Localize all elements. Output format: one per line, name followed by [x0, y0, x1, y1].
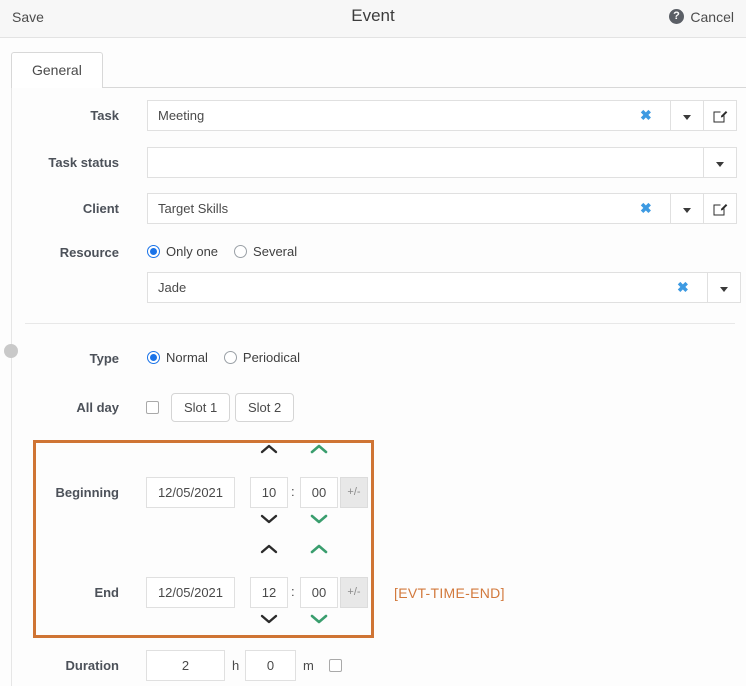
resource-dropdown-caret-icon[interactable]	[708, 272, 741, 303]
task-clear-icon[interactable]: ✖	[640, 107, 652, 124]
client-dropdown-caret-icon[interactable]	[671, 193, 704, 224]
type-radio-periodical-label[interactable]: Periodical	[243, 350, 300, 365]
beginning-minute-input[interactable]: 00	[300, 477, 338, 508]
end-minute-down-icon[interactable]	[310, 613, 328, 624]
tab-bar: General	[11, 52, 746, 88]
resource-radio-several-label[interactable]: Several	[253, 244, 297, 259]
beginning-date-input[interactable]: 12/05/2021	[146, 477, 235, 508]
form-row-client: Client Target Skills ✖	[12, 193, 746, 224]
resource-radio-only-one[interactable]	[147, 245, 160, 258]
end-date-input[interactable]: 12/05/2021	[146, 577, 235, 608]
end-hour-down-icon[interactable]	[260, 613, 278, 624]
type-radio-normal[interactable]	[147, 351, 160, 364]
form-row-all-day: All day Slot 1 Slot 2	[12, 393, 746, 422]
form-row-type: Type Normal Periodical	[12, 346, 746, 372]
duration-label: Duration	[12, 658, 119, 673]
client-edit-icon[interactable]	[704, 193, 737, 224]
all-day-checkbox[interactable]	[146, 401, 159, 414]
type-radio-normal-label[interactable]: Normal	[166, 350, 208, 365]
type-radio-group: Normal Periodical	[147, 350, 316, 365]
end-hour-up-icon[interactable]	[260, 544, 278, 555]
beginning-label: Beginning	[12, 485, 119, 500]
event-form-window: Save Event ? Cancel General Task Meeting…	[0, 0, 746, 686]
beginning-minute-down-icon[interactable]	[310, 513, 328, 524]
end-label: End	[12, 585, 119, 600]
type-radio-periodical[interactable]	[224, 351, 237, 364]
cancel-button[interactable]: Cancel	[690, 9, 734, 25]
beginning-time-separator: :	[291, 477, 295, 508]
form-row-beginning: Beginning 12/05/2021 10 : 00 +/-	[12, 477, 746, 508]
task-status-label: Task status	[12, 155, 119, 170]
form-row-end: End 12/05/2021 12 : 00 +/-	[12, 577, 746, 608]
section-divider	[25, 323, 735, 324]
slot-2-button[interactable]: Slot 2	[235, 393, 294, 422]
resource-radio-several[interactable]	[234, 245, 247, 258]
task-edit-icon[interactable]	[704, 100, 737, 131]
tab-general[interactable]: General	[11, 52, 103, 89]
resource-label: Resource	[12, 245, 119, 260]
beginning-hour-up-icon[interactable]	[260, 444, 278, 455]
end-minute-input[interactable]: 00	[300, 577, 338, 608]
help-circle-icon[interactable]: ?	[669, 9, 684, 24]
beginning-plus-minus-button[interactable]: +/-	[340, 477, 368, 508]
duration-hours-unit: h	[232, 658, 239, 673]
client-input[interactable]: Target Skills	[147, 193, 671, 224]
client-label: Client	[12, 201, 119, 216]
form-row-task: Task Meeting ✖	[12, 100, 746, 131]
time-section-highlight	[33, 440, 374, 638]
window-title: Event	[0, 6, 746, 26]
end-minute-up-icon[interactable]	[310, 544, 328, 555]
form-row-duration: Duration 2 h 0 m	[12, 650, 746, 681]
task-status-input[interactable]	[147, 147, 704, 178]
resource-radio-only-one-label[interactable]: Only one	[166, 244, 218, 259]
end-time-separator: :	[291, 577, 295, 608]
beginning-hour-down-icon[interactable]	[260, 513, 278, 524]
client-clear-icon[interactable]: ✖	[640, 200, 652, 217]
task-label: Task	[12, 108, 119, 123]
task-dropdown-caret-icon[interactable]	[671, 100, 704, 131]
form-row-task-status: Task status	[12, 147, 746, 178]
duration-hours-input[interactable]: 2	[146, 650, 225, 681]
form-row-resource: Resource Only one Several	[12, 240, 746, 266]
beginning-hour-input[interactable]: 10	[250, 477, 288, 508]
task-input[interactable]: Meeting	[147, 100, 671, 131]
resource-clear-icon[interactable]: ✖	[677, 279, 689, 296]
duration-checkbox[interactable]	[329, 659, 342, 672]
form-row-resource-value: Jade ✖	[12, 272, 746, 303]
slot-1-button[interactable]: Slot 1	[171, 393, 230, 422]
end-plus-minus-button[interactable]: +/-	[340, 577, 368, 608]
form-panel: Task Meeting ✖ Task status Client Target…	[11, 88, 746, 686]
duration-minutes-input[interactable]: 0	[245, 650, 296, 681]
resource-radio-group: Only one Several	[147, 244, 313, 259]
duration-minutes-unit: m	[303, 658, 314, 673]
end-hour-input[interactable]: 12	[250, 577, 288, 608]
annotation-evt-time-end: [EVT-TIME-END]	[394, 585, 505, 601]
task-status-dropdown-caret-icon[interactable]	[704, 147, 737, 178]
resource-input[interactable]: Jade	[147, 272, 708, 303]
beginning-minute-up-icon[interactable]	[310, 444, 328, 455]
type-label: Type	[12, 351, 119, 366]
window-titlebar: Save Event ? Cancel	[0, 0, 746, 38]
all-day-label: All day	[12, 400, 119, 415]
